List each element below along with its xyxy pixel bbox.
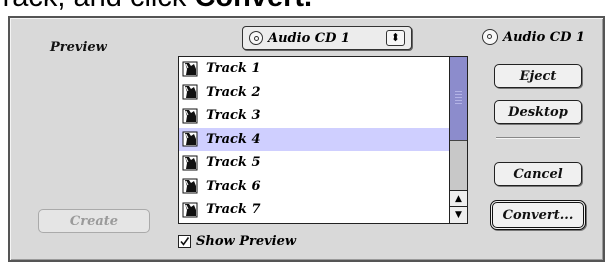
track-label: Track 3 xyxy=(206,108,261,124)
caption-text: Track, and click xyxy=(0,0,194,13)
scroll-down-arrow-icon[interactable]: ▼ xyxy=(450,206,467,223)
audio-track-icon xyxy=(182,61,198,77)
source-popup-menu[interactable]: Audio CD 1 ⬍ xyxy=(242,26,412,50)
volume-indicator: Audio CD 1 xyxy=(482,29,585,45)
track-list-item[interactable]: Track 2 xyxy=(179,81,449,105)
audio-track-icon xyxy=(182,155,198,171)
show-preview-toggle[interactable]: Show Preview xyxy=(178,234,296,249)
track-label: Track 5 xyxy=(206,155,261,171)
popup-arrows-icon: ⬍ xyxy=(385,30,405,46)
audio-track-icon xyxy=(182,131,198,147)
cd-icon xyxy=(249,31,263,45)
audio-track-icon xyxy=(182,108,198,124)
track-label: Track 6 xyxy=(206,178,261,194)
cd-icon xyxy=(482,29,498,45)
convert-dialog: Preview Audio CD 1 ⬍ Audio CD 1 Track 1T… xyxy=(8,16,605,262)
create-button[interactable]: Create xyxy=(38,209,150,233)
desktop-button[interactable]: Desktop xyxy=(494,100,582,124)
track-list-scrollbar[interactable]: ▲ ▼ xyxy=(449,57,467,223)
track-list-rows: Track 1 Track 2 Track 3 Track 4 Track 5 Track… xyxy=(179,57,449,222)
cancel-button[interactable]: Cancel xyxy=(494,162,582,186)
audio-track-icon xyxy=(182,202,198,218)
caption-emphasis: Convert. xyxy=(194,0,312,13)
track-list-item[interactable]: Track 3 xyxy=(179,104,449,128)
track-list[interactable]: Track 1 Track 2 Track 3 Track 4 Track 5 Track… xyxy=(178,56,468,224)
convert-button[interactable]: Convert... xyxy=(490,200,586,230)
show-preview-label: Show Preview xyxy=(196,234,297,249)
source-popup-value: Audio CD 1 xyxy=(268,30,350,46)
volume-label: Audio CD 1 xyxy=(503,29,585,45)
preview-label: Preview xyxy=(50,40,107,55)
track-label: Track 1 xyxy=(206,61,261,77)
track-list-item[interactable]: Track 7 xyxy=(179,198,449,222)
show-preview-checkbox[interactable] xyxy=(178,235,191,248)
instruction-caption: Track, and click Convert. xyxy=(0,0,615,14)
track-label: Track 7 xyxy=(206,202,261,218)
audio-track-icon xyxy=(182,84,198,100)
track-list-item[interactable]: Track 5 xyxy=(179,151,449,175)
track-list-item[interactable]: Track 4 xyxy=(179,127,449,151)
track-label: Track 2 xyxy=(206,84,261,100)
eject-button[interactable]: Eject xyxy=(494,64,582,88)
button-divider xyxy=(496,137,580,139)
checkmark-icon xyxy=(180,237,190,246)
audio-track-icon xyxy=(182,178,198,194)
track-label: Track 4 xyxy=(206,131,261,147)
scroll-thumb[interactable] xyxy=(450,57,467,141)
track-list-item[interactable]: Track 6 xyxy=(179,175,449,199)
track-list-item[interactable]: Track 1 xyxy=(179,57,449,81)
scroll-up-arrow-icon[interactable]: ▲ xyxy=(450,190,467,207)
